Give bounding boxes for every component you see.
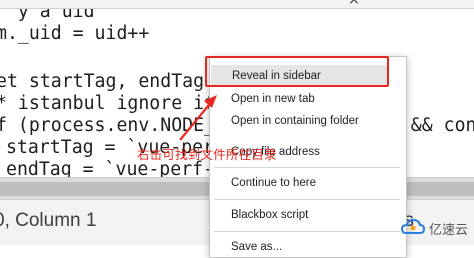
highlight-box <box>205 56 389 87</box>
cloud-logo-icon <box>401 218 425 234</box>
annotation-text: 右击可找到文件所在目录 <box>137 147 277 162</box>
menu-item-open-in-new-tab[interactable]: Open in new tab <box>210 88 406 110</box>
menu-separator <box>214 199 400 200</box>
menu-separator <box>214 231 400 232</box>
code-line: et startTag, endTag <box>0 71 205 92</box>
menu-item-blackbox-script[interactable]: Blackbox script <box>210 204 406 226</box>
menu-item-label: Save as... <box>231 241 283 253</box>
watermark-text: 亿速云 <box>429 222 469 238</box>
cursor-position[interactable]: 0, Column 1 <box>0 210 96 232</box>
menu-item-label: Blackbox script <box>231 209 309 221</box>
watermark: 亿速云 <box>401 216 468 240</box>
menu-separator <box>214 167 400 168</box>
code-line: m._uid = uid++ <box>0 23 150 44</box>
menu-item-continue-to-here[interactable]: Continue to here <box>210 172 406 194</box>
menu-item-label: Continue to here <box>231 177 317 189</box>
code-line: f (process.env.NODE_E <box>0 115 226 136</box>
close-icon[interactable]: × <box>347 0 361 7</box>
code-line: * istanbul ignore if <box>0 93 215 114</box>
code-line: y a uid <box>0 9 95 22</box>
tab-strip: × <box>0 0 474 9</box>
menu-item-open-in-containing-folder[interactable]: Open in containing folder <box>210 110 406 132</box>
menu-item-label: Open in new tab <box>231 93 315 105</box>
menu-item-save-as[interactable]: Save as... <box>210 236 406 258</box>
menu-item-label: Open in containing folder <box>231 115 359 127</box>
